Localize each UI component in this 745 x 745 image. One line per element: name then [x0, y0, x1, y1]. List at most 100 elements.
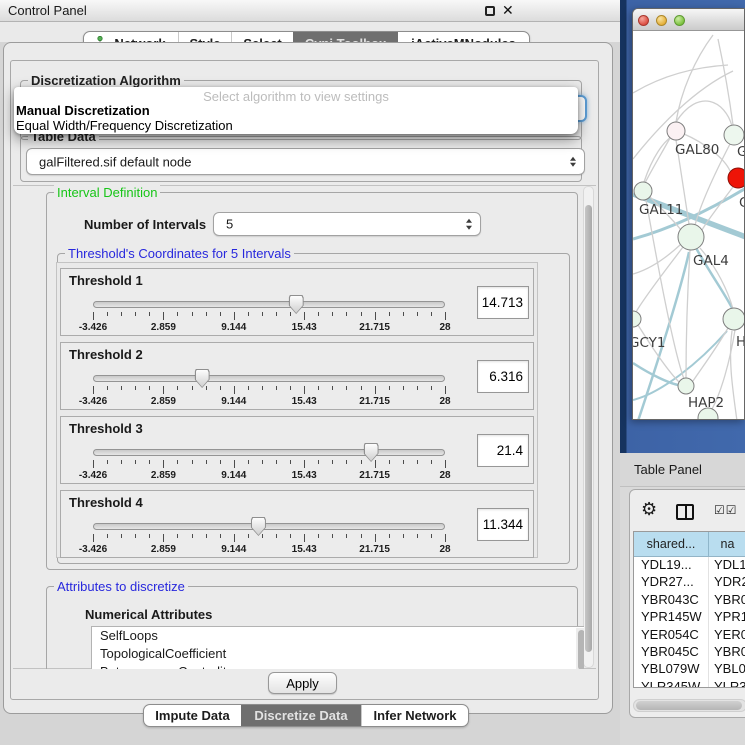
network-window-titlebar[interactable] [633, 9, 744, 31]
scrollbar-thumb[interactable] [636, 701, 742, 710]
table-data-combobox[interactable]: galFiltered.sif default node [26, 148, 585, 175]
tab-label: Impute Data [155, 708, 229, 723]
threshold-value-input[interactable] [477, 286, 529, 319]
threshold-value-input[interactable] [477, 360, 529, 393]
tick-label: 28 [439, 322, 450, 333]
network-node-gal4[interactable] [678, 224, 704, 250]
table-row[interactable]: YER054CYER0 [634, 627, 745, 644]
tab-impute-data[interactable]: Impute Data [144, 705, 241, 726]
slider-track[interactable] [93, 301, 445, 308]
zoom-traffic-light-icon[interactable] [674, 15, 685, 26]
list-item[interactable]: SelfLoops [92, 627, 584, 645]
table-cell: YBR043C [634, 592, 709, 609]
slider-track[interactable] [93, 449, 445, 456]
numerical-attributes-list[interactable]: SelfLoopsTopologicalCoefficientBetweenne… [91, 626, 584, 669]
node-table[interactable]: shared...na YDL19...YDL1YDR27...YDR2YBR0… [633, 531, 745, 688]
tick-label: 28 [439, 470, 450, 481]
table-row[interactable]: YBR045CYBR0 [634, 644, 745, 661]
threshold-row: Threshold 2 -3.4262.8599.14415.4321.7152… [60, 342, 534, 410]
threshold-slider[interactable]: -3.4262.8599.14415.4321.71528 [93, 517, 445, 559]
network-node-label: GAL11 [639, 202, 683, 218]
threshold-slider[interactable]: -3.4262.8599.14415.4321.71528 [93, 295, 445, 337]
gear-icon[interactable]: ⚙ [641, 500, 657, 518]
panel-title: Control Panel [8, 3, 87, 18]
tick-label: 15.43 [292, 322, 317, 333]
apply-button[interactable]: Apply [268, 672, 337, 694]
numerical-attributes-label: Numerical Attributes [85, 607, 212, 622]
slider-tick-labels: -3.4262.8599.14415.4321.71528 [93, 396, 445, 408]
float-window-icon[interactable] [485, 6, 495, 16]
list-item[interactable]: BetweennessCentrality [92, 663, 584, 669]
table-row[interactable]: YBR043CYBR0 [634, 592, 745, 609]
close-icon[interactable]: ✕ [502, 2, 514, 19]
table-row[interactable]: YPR145WYPR1 [634, 609, 745, 626]
tick-label: 21.715 [359, 544, 390, 555]
table-cell: YLR345W [634, 679, 709, 688]
vertical-scrollbar[interactable] [583, 186, 594, 668]
table-cell: YBR0 [709, 592, 745, 609]
network-node-label: GCY1 [633, 335, 666, 351]
tab-discretize-data[interactable]: Discretize Data [241, 705, 361, 726]
table-row[interactable]: YDL19...YDL1 [634, 557, 745, 574]
combo-stepper-icon [466, 219, 472, 230]
slider-track[interactable] [93, 375, 445, 382]
threshold-value-input[interactable] [477, 434, 529, 467]
split-column-icon[interactable] [676, 504, 694, 520]
close-traffic-light-icon[interactable] [638, 15, 649, 26]
table-row[interactable]: YDR27...YDR2 [634, 574, 745, 591]
table-header-cell[interactable]: na [709, 532, 745, 556]
table-panel-container: ⚙ ☑☑ shared...na YDL19...YDL1YDR27...YDR… [629, 489, 745, 718]
list-item[interactable]: TopologicalCoefficient [92, 645, 584, 663]
tick-label: 9.144 [221, 470, 246, 481]
network-node-label: GAL4 [693, 253, 729, 269]
checkboxes-icon[interactable]: ☑☑ [714, 503, 738, 517]
number-of-intervals-combobox[interactable]: 5 [213, 212, 481, 236]
threshold-label: Threshold 2 [69, 347, 143, 362]
network-node-gcy1[interactable] [633, 311, 641, 327]
network-node-label: C [739, 195, 745, 211]
tab-label: Discretize Data [254, 708, 347, 723]
list-scrollbar[interactable] [576, 628, 584, 669]
table-header-cell[interactable]: shared... [634, 532, 709, 556]
discretization-algorithm-label: Discretization Algorithm [28, 73, 184, 88]
slider-ticks [93, 386, 445, 395]
tab-infer-network[interactable]: Infer Network [361, 705, 468, 726]
tick-label: 15.43 [292, 396, 317, 407]
network-node-c[interactable] [728, 168, 745, 188]
table-panel-titlebar: Table Panel [620, 453, 745, 487]
network-node-gal80[interactable] [667, 122, 685, 140]
network-node-h[interactable] [723, 308, 745, 330]
tick-label: 21.715 [359, 470, 390, 481]
network-node-hap2[interactable] [678, 378, 694, 394]
table-row[interactable]: YLR345WYLR3 [634, 679, 745, 688]
algorithm-option-manual-discretization[interactable]: Manual Discretization [14, 103, 578, 118]
slider-track[interactable] [93, 523, 445, 530]
bottom-tab-bar: Impute Data Discretize Data Infer Network [143, 704, 469, 727]
network-canvas[interactable]: GAL80G.CGAL11GAL4GCY1HHAP2 [633, 31, 745, 420]
combo-stepper-icon [570, 156, 576, 167]
tab-label: Infer Network [373, 708, 456, 723]
list-scrollbar-thumb[interactable] [578, 630, 584, 669]
number-of-intervals-value: 5 [226, 217, 233, 232]
tick-label: 21.715 [359, 322, 390, 333]
threshold-value-input[interactable] [477, 508, 529, 541]
threshold-slider[interactable]: -3.4262.8599.14415.4321.71528 [93, 443, 445, 485]
horizontal-scrollbar[interactable] [633, 699, 745, 712]
tick-label: 21.715 [359, 396, 390, 407]
network-node-g[interactable] [724, 125, 744, 145]
tick-label: 2.859 [151, 322, 176, 333]
network-node-label: H [736, 334, 745, 350]
minimize-traffic-light-icon[interactable] [656, 15, 667, 26]
table-cell: YPR1 [709, 609, 745, 626]
tick-label: -3.426 [79, 544, 107, 555]
table-row[interactable]: YBL079WYBL0 [634, 661, 745, 678]
threshold-row: Threshold 1 -3.4262.8599.14415.4321.7152… [60, 268, 534, 336]
threshold-slider[interactable]: -3.4262.8599.14415.4321.71528 [93, 369, 445, 411]
tick-label: -3.426 [79, 322, 107, 333]
threshold-row: Threshold 4 -3.4262.8599.14415.4321.7152… [60, 490, 534, 558]
network-node-gal11[interactable] [634, 182, 652, 200]
scrollbar-thumb[interactable] [585, 205, 592, 652]
algorithm-option-equal-width-frequency-discretization[interactable]: Equal Width/Frequency Discretization [14, 118, 578, 133]
tick-label: 15.43 [292, 544, 317, 555]
tick-label: 9.144 [221, 396, 246, 407]
